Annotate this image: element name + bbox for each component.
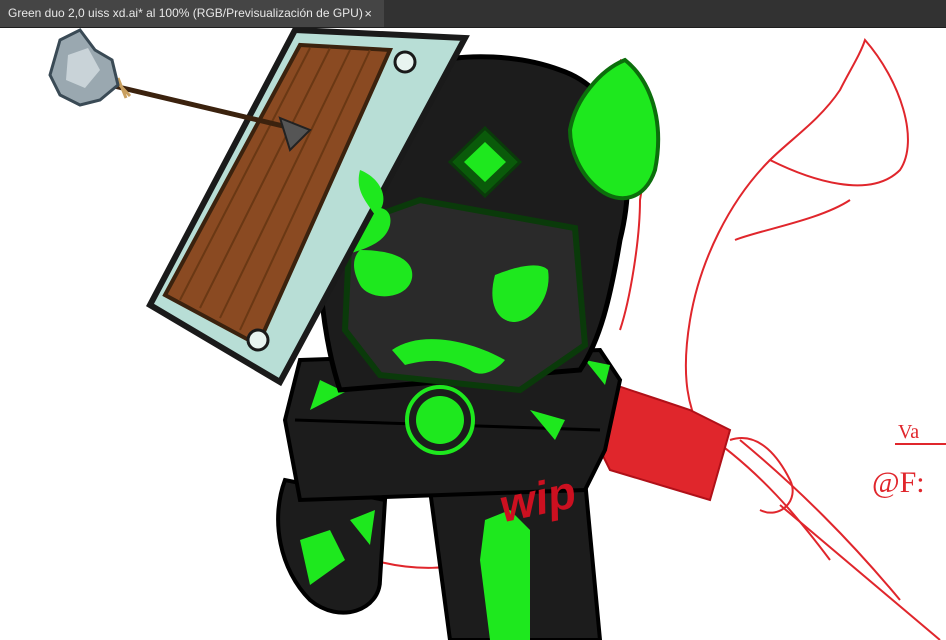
close-icon[interactable]: ×	[364, 0, 372, 27]
artwork: wip Va @F:	[48, 28, 946, 640]
illustrator-window: Green duo 2,0 uiss xd.ai* al 100% (RGB/P…	[0, 0, 946, 640]
side-text-1: Va	[898, 421, 919, 443]
document-tab-bar: Green duo 2,0 uiss xd.ai* al 100% (RGB/P…	[0, 0, 946, 28]
artboard-canvas[interactable]: wip Va @F:	[0, 28, 946, 640]
document-tab-title: Green duo 2,0 uiss xd.ai* al 100% (RGB/P…	[8, 6, 363, 20]
document-tab[interactable]: Green duo 2,0 uiss xd.ai* al 100% (RGB/P…	[0, 0, 384, 27]
side-text-2: @F:	[872, 466, 925, 499]
